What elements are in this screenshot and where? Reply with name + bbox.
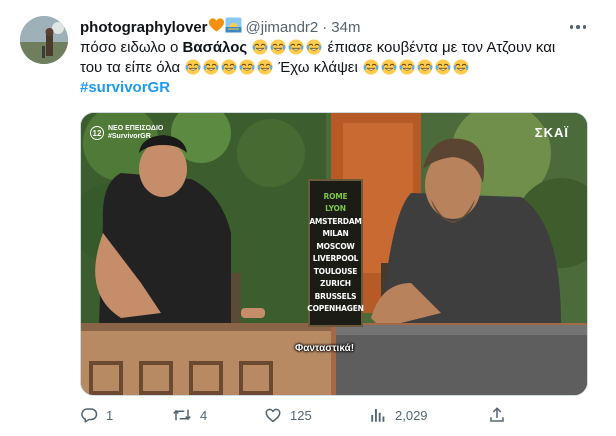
views-count: 2,029 (395, 407, 428, 423)
reply-icon (80, 406, 98, 424)
board-city: MOSCOW (316, 241, 355, 251)
tears-of-joy-emoji (252, 39, 268, 55)
board-city: COPENHAGEN (307, 304, 364, 313)
like-button[interactable]: 125 (264, 402, 312, 428)
bold-name: Βασάλος (182, 39, 248, 56)
channel-badge: 12 (90, 126, 104, 140)
board-city: TOULOUSE (313, 266, 358, 276)
tweet-media-image[interactable]: 12 ΝΕΟ ΕΠΕΙΣΟΔΙΟ #SurvivorGR ΣΚΑΪ ROME L… (80, 112, 588, 396)
board-city: BRUSSELS (314, 291, 357, 301)
retweet-count: 4 (200, 407, 208, 423)
board-city: LYON (325, 204, 346, 213)
tears-of-joy-emoji (288, 39, 304, 55)
channel-caption-line2: #SurvivorGR (108, 133, 151, 140)
tears-of-joy-emoji (381, 59, 397, 75)
city-board: ROME LYON AMSTERDAM MILAN MOSCOW LIVERPO… (307, 179, 364, 327)
tears-of-joy-emoji (257, 59, 273, 75)
views-chart-icon (369, 406, 387, 424)
emoji-group (184, 59, 274, 76)
board-city: AMSTERDAM (309, 216, 362, 226)
tears-of-joy-emoji (399, 59, 415, 75)
board-city: LIVERPOOL (312, 254, 359, 263)
retweet-button[interactable]: 4 (172, 402, 207, 428)
reply-count: 1 (106, 407, 114, 423)
timestamp[interactable]: 34m (331, 19, 360, 36)
tweet-text-line-3: #survivorGR (80, 78, 600, 98)
tears-of-joy-emoji (203, 59, 219, 75)
tears-of-joy-emoji (417, 59, 433, 75)
emoji-group (362, 59, 470, 76)
tears-of-joy-emoji (239, 59, 255, 75)
display-name[interactable]: photographylover (80, 19, 208, 36)
tweet-text-line-2: του τα είπε όλα Έχω κλάψει (80, 58, 600, 78)
board-city: ROME (323, 191, 348, 201)
user-handle[interactable]: @jimandr2 (246, 19, 319, 36)
board-city: MILAN (322, 229, 349, 238)
separator-dot: · (322, 18, 328, 36)
more-options-icon[interactable] (564, 16, 592, 38)
tears-of-joy-emoji (453, 59, 469, 75)
tweet-text: πόσο ειδωλο ο Βασάλος έπιασε κουβέντα με… (80, 38, 600, 98)
text-segment: έπιασε κουβέντα με τον Ατζουν και (323, 39, 556, 56)
tears-of-joy-emoji (306, 39, 322, 55)
emoji-group (251, 39, 323, 56)
avatar[interactable] (20, 16, 68, 64)
tears-of-joy-emoji (363, 59, 379, 75)
text-segment: του τα είπε όλα (80, 59, 185, 76)
tweet-card[interactable]: photographylover @jimandr2 · 34m πόσο ει… (0, 0, 616, 436)
retweet-icon (172, 406, 192, 424)
board-city: ZURICH (320, 279, 351, 288)
channel-logo: 12 ΝΕΟ ΕΠΕΙΣΟΔΙΟ #SurvivorGR (90, 125, 163, 141)
tweet-header: photographylover @jimandr2 · 34m (80, 16, 360, 38)
share-icon (488, 406, 506, 424)
views-button[interactable]: 2,029 (369, 402, 428, 428)
orange-heart-emoji (208, 17, 225, 37)
tears-of-joy-emoji (435, 59, 451, 75)
tweet-actions: 1 4 125 2,029 (80, 402, 600, 428)
network-logo: ΣΚΑΪ (534, 125, 569, 140)
heart-icon (264, 406, 282, 424)
tears-of-joy-emoji (270, 39, 286, 55)
tears-of-joy-emoji (185, 59, 201, 75)
video-subtitle: Φανταστικά! (295, 343, 355, 354)
reply-button[interactable]: 1 (80, 402, 113, 428)
text-segment: Έχω κλάψει (274, 59, 362, 76)
share-button[interactable] (488, 402, 506, 428)
hashtag-link[interactable]: #survivorGR (80, 79, 170, 96)
channel-caption: ΝΕΟ ΕΠΕΙΣΟΔΙΟ #SurvivorGR (108, 125, 163, 141)
like-count: 125 (290, 407, 312, 423)
tears-of-joy-emoji (221, 59, 237, 75)
channel-caption-line1: ΝΕΟ ΕΠΕΙΣΟΔΙΟ (108, 125, 164, 132)
text-segment: πόσο ειδωλο ο (80, 39, 183, 56)
sunrise-emoji (225, 17, 242, 37)
tweet-text-line-1: πόσο ειδωλο ο Βασάλος έπιασε κουβέντα με… (80, 38, 600, 58)
